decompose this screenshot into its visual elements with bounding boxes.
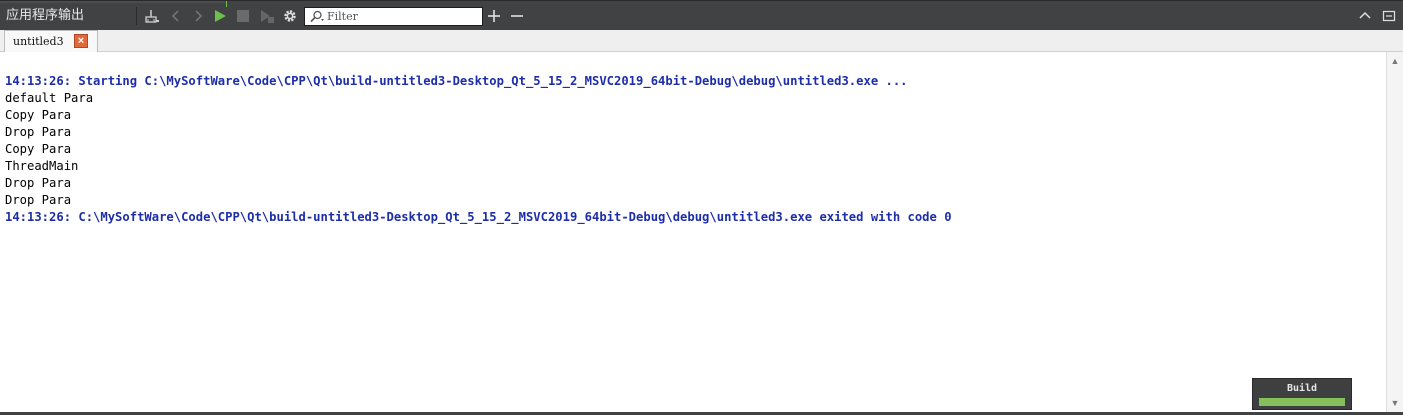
chevron-left-icon [171, 10, 179, 22]
build-progress-fill [1259, 398, 1345, 406]
output-line: ThreadMain [5, 159, 79, 173]
application-output[interactable]: 14:13:26: Starting C:\MySoftWare\Code\CP… [0, 52, 1386, 412]
plus-icon [488, 10, 500, 22]
vertical-scrollbar[interactable]: ▲ ▼ [1386, 52, 1403, 412]
build-progress-bar [1259, 398, 1345, 406]
output-line: Drop Para [5, 125, 72, 139]
maximize-pane-button[interactable] [1356, 7, 1374, 25]
toolbar-accent [0, 1, 226, 3]
output-line: Copy Para [5, 108, 72, 122]
output-line: Drop Para [5, 176, 72, 190]
tab-label: untitled3 [13, 35, 64, 48]
filter-input[interactable] [327, 8, 477, 25]
run-icon [215, 10, 226, 22]
zoom-in-button[interactable] [485, 7, 503, 25]
settings-button[interactable] [281, 7, 299, 25]
close-pane-button[interactable] [1380, 7, 1398, 25]
clear-output-button[interactable] [143, 7, 161, 25]
chevron-right-icon [195, 10, 203, 22]
stop-button[interactable] [234, 7, 252, 25]
gear-icon [284, 10, 296, 22]
clear-output-icon [145, 10, 159, 23]
attach-debugger-icon [261, 10, 274, 23]
output-pane-toolbar: 应用程序输出 [0, 0, 1403, 30]
pane-title: 应用程序输出 [6, 8, 85, 23]
attach-debugger-button[interactable] [258, 7, 276, 25]
toolbar-separator [136, 7, 137, 25]
next-item-button[interactable] [189, 7, 207, 25]
build-label: Build [1286, 383, 1318, 394]
output-line: Copy Para [5, 142, 72, 156]
previous-item-button[interactable] [167, 7, 185, 25]
output-line: default Para [5, 91, 94, 105]
output-line: 14:13:26: C:\MySoftWare\Code\CPP\Qt\buil… [5, 210, 952, 224]
stop-icon [237, 10, 249, 22]
restore-icon [1382, 10, 1396, 22]
chevron-up-icon [1359, 11, 1371, 19]
output-line: Drop Para [5, 193, 72, 207]
tab-untitled3[interactable]: untitled3 × [4, 30, 98, 52]
scroll-up-arrow[interactable]: ▲ [1387, 54, 1403, 68]
search-icon [310, 10, 324, 23]
output-line: 14:13:26: Starting C:\MySoftWare\Code\CP… [5, 74, 908, 88]
output-tab-bar: untitled3 × [0, 30, 1403, 52]
build-progress[interactable]: Build [1252, 378, 1352, 410]
run-button[interactable] [211, 7, 229, 25]
scroll-down-arrow[interactable]: ▼ [1387, 396, 1403, 410]
close-icon[interactable]: × [74, 34, 88, 48]
zoom-out-button[interactable] [508, 7, 526, 25]
filter-field[interactable] [304, 7, 483, 26]
minus-icon [511, 15, 523, 17]
